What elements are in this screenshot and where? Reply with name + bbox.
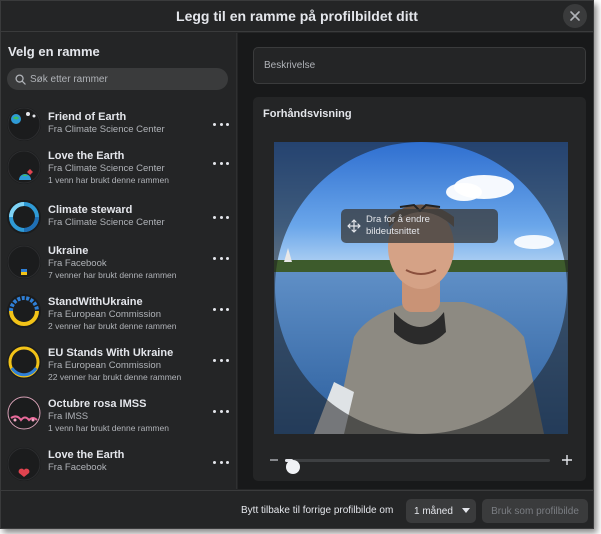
preview-title: Forhåndsvisning — [263, 108, 352, 120]
preview-panel: Forhåndsvisning — [238, 33, 593, 489]
frame-source: Fra Climate Science Center — [48, 163, 165, 174]
search-box[interactable] — [7, 68, 228, 90]
search-input[interactable] — [30, 73, 210, 85]
earth-frame-icon — [7, 107, 41, 141]
preview-section: Forhåndsvisning Dra for å endre bildeuts… — [253, 97, 586, 481]
frame-name: EU Stands With Ukraine — [48, 347, 174, 359]
frame-usage: 1 venn har brukt denne rammen — [48, 423, 169, 433]
climate-ring-icon — [9, 202, 39, 232]
earth-frame-icon — [7, 150, 41, 184]
more-options-button[interactable] — [213, 119, 229, 129]
pink-ribbon-frame-icon — [7, 396, 41, 430]
frame-source: Fra Climate Science Center — [48, 124, 165, 135]
ukraine-flag-icon — [7, 245, 41, 279]
frame-thumbnail — [7, 107, 41, 141]
frame-usage: 22 venner har brukt denne rammen — [48, 372, 182, 382]
move-arrows-icon — [347, 219, 361, 233]
use-button-label: Bruk som profilbilde — [491, 505, 579, 517]
more-options-button[interactable] — [213, 212, 229, 222]
frame-thumbnail — [7, 200, 41, 234]
frame-list-panel: Velg en ramme Friend of Earth — [1, 33, 237, 489]
drag-hint-text: Dra for å endre bildeutsnittet — [366, 214, 430, 237]
frame-name: Love the Earth — [48, 449, 125, 461]
caret-down-icon — [461, 508, 470, 513]
frame-name: Friend of Earth — [48, 111, 127, 123]
zoom-slider-handle[interactable] — [285, 460, 300, 474]
more-options-button[interactable] — [213, 355, 229, 365]
frame-dialog: Legg til en ramme på profilbildet ditt V… — [0, 0, 594, 529]
more-options-button[interactable] — [213, 253, 229, 263]
frame-item-ukraine[interactable]: Ukraine Fra Facebook 7 venner har brukt … — [1, 241, 236, 289]
more-options-button[interactable] — [213, 457, 229, 467]
frame-usage: 2 venner har brukt denne rammen — [48, 321, 177, 331]
frame-thumbnail — [7, 150, 41, 184]
description-box[interactable] — [253, 47, 586, 84]
standwithukraine-ring-icon — [9, 296, 39, 326]
frame-name: Love the Earth — [48, 150, 125, 162]
frame-source: Fra European Commission — [48, 360, 161, 371]
revert-label: Bytt tilbake til forrige profilbilde om — [241, 505, 394, 516]
frame-usage: 1 venn har brukt denne rammen — [48, 175, 169, 185]
more-options-button[interactable] — [213, 304, 229, 314]
close-button[interactable] — [563, 4, 587, 28]
frame-name: Climate steward — [48, 204, 133, 216]
use-as-profile-picture-button[interactable]: Bruk som profilbilde — [482, 499, 588, 523]
frame-source: Fra Climate Science Center — [48, 217, 165, 228]
duration-value: 1 måned — [414, 505, 453, 517]
dialog-footer: Bytt tilbake til forrige profilbilde om … — [1, 490, 593, 528]
heart-earth-frame-icon — [7, 447, 41, 481]
frame-source: Fra European Commission — [48, 309, 161, 320]
frame-thumbnail — [7, 345, 41, 379]
frame-list-title: Velg en ramme — [8, 44, 100, 59]
frame-source: Fra Facebook — [48, 258, 107, 269]
search-icon — [15, 73, 26, 85]
frame-item-eu-stands-with-ukraine[interactable]: EU Stands With Ukraine Fra European Comm… — [1, 343, 236, 391]
frame-item-octubre-rosa-imss[interactable]: Octubre rosa IMSS Fra IMSS 1 venn har br… — [1, 394, 236, 442]
frame-thumbnail — [7, 447, 41, 481]
frame-thumbnail — [7, 245, 41, 279]
frame-item-standwithukraine[interactable]: StandWithUkraine Fra European Commission… — [1, 292, 236, 340]
zoom-out-icon[interactable] — [269, 452, 279, 468]
more-options-button[interactable] — [213, 406, 229, 416]
frame-name: StandWithUkraine — [48, 296, 143, 308]
profile-picture-preview[interactable]: Dra for å endre bildeutsnittet — [274, 142, 568, 434]
dialog-title: Legg til en ramme på profilbildet ditt — [176, 8, 418, 24]
zoom-slider[interactable] — [285, 459, 550, 474]
close-icon — [570, 11, 580, 21]
frame-thumbnail — [7, 396, 41, 430]
frame-source: Fra Facebook — [48, 462, 107, 473]
drag-hint: Dra for å endre bildeutsnittet — [341, 209, 498, 243]
frame-name: Ukraine — [48, 245, 89, 257]
zoom-in-icon[interactable] — [561, 452, 573, 468]
eu-ukraine-ring-icon — [8, 346, 40, 378]
frame-source: Fra IMSS — [48, 411, 89, 422]
description-input[interactable] — [264, 60, 564, 71]
frame-item-love-the-earth-facebook[interactable]: Love the Earth Fra Facebook — [1, 445, 236, 489]
frame-item-love-the-earth[interactable]: Love the Earth Fra Climate Science Cente… — [1, 146, 236, 194]
profile-photo — [274, 142, 568, 434]
more-options-button[interactable] — [213, 158, 229, 168]
duration-dropdown[interactable]: 1 måned — [406, 499, 476, 523]
frame-name: Octubre rosa IMSS — [48, 398, 147, 410]
frame-usage: 7 venner har brukt denne rammen — [48, 270, 177, 280]
zoom-control — [265, 452, 577, 474]
frame-thumbnail — [7, 294, 41, 328]
dialog-header: Legg til en ramme på profilbildet ditt — [1, 1, 593, 32]
